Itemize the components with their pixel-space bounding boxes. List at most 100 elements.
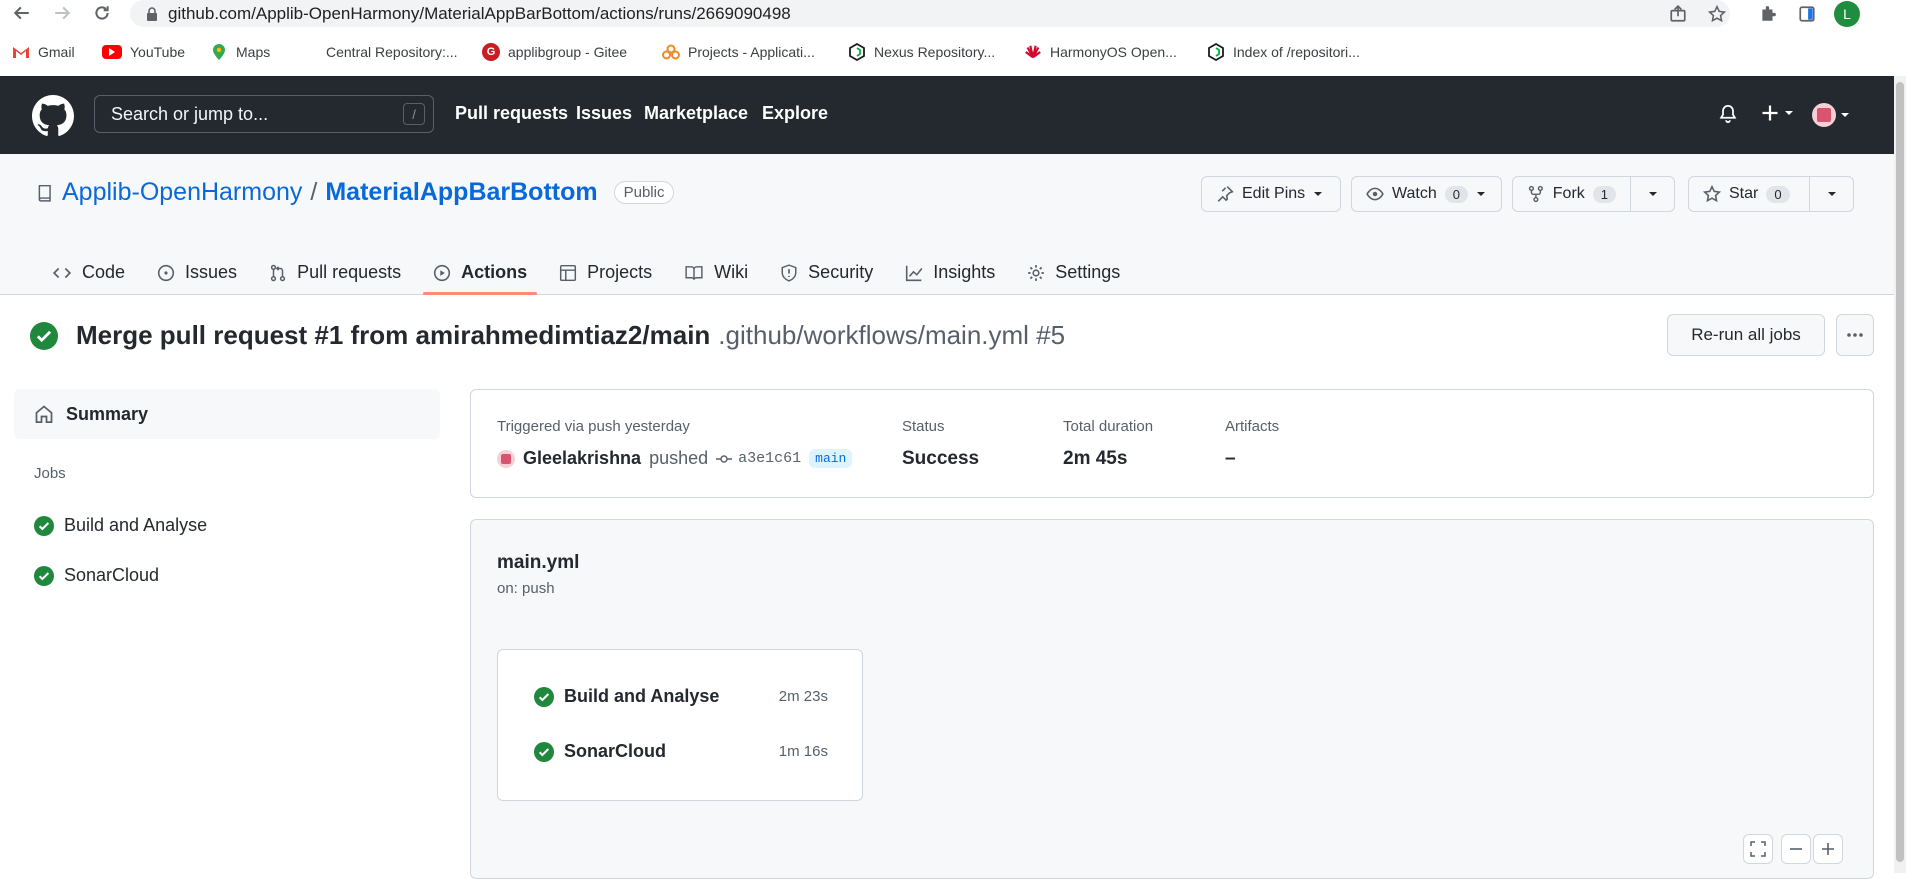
- star-dropdown-button[interactable]: [1810, 177, 1853, 211]
- workflow-reference[interactable]: .github/workflows/main.yml #5: [718, 320, 1065, 351]
- github-logo[interactable]: [32, 95, 74, 137]
- bookmark-nexus[interactable]: Nexus Repository...: [848, 36, 995, 68]
- arrow-right-icon: [55, 6, 71, 20]
- repo-header: Applib-OpenHarmony / MaterialAppBarBotto…: [0, 154, 1894, 295]
- gear-icon: [1028, 264, 1045, 281]
- repo-tabs: Code Issues Pull requests Actions Projec…: [42, 250, 1142, 295]
- branch-badge[interactable]: main: [809, 449, 853, 468]
- create-new-button[interactable]: [1760, 103, 1794, 123]
- nexus-icon: [848, 43, 866, 61]
- notifications-button[interactable]: [1718, 103, 1738, 125]
- bookmark-youtube[interactable]: YouTube: [102, 36, 185, 68]
- reload-button[interactable]: [90, 1, 114, 25]
- repo-owner-link[interactable]: Applib-OpenHarmony: [62, 178, 302, 207]
- tab-settings[interactable]: Settings: [1017, 250, 1130, 295]
- tab-pull-requests[interactable]: Pull requests: [259, 250, 411, 295]
- repo-title: Applib-OpenHarmony / MaterialAppBarBotto…: [36, 178, 675, 207]
- artifacts-value: –: [1225, 448, 1236, 469]
- commit-sha-link[interactable]: a3e1c61: [716, 450, 801, 467]
- nav-explore[interactable]: Explore: [762, 103, 828, 124]
- sidebar-job-build-and-analyse[interactable]: Build and Analyse: [34, 515, 207, 536]
- rerun-all-jobs-button[interactable]: Re-run all jobs: [1667, 314, 1825, 356]
- repo-icon: [38, 184, 51, 202]
- zoom-out-button[interactable]: [1781, 834, 1811, 864]
- tab-actions[interactable]: Actions: [423, 250, 538, 295]
- url-text: github.com/Applib-OpenHarmony/MaterialAp…: [168, 3, 791, 23]
- lock-icon: [147, 6, 157, 21]
- forward-button[interactable]: [50, 1, 74, 25]
- back-button[interactable]: [10, 1, 34, 25]
- edit-pins-button[interactable]: Edit Pins: [1201, 176, 1341, 212]
- tab-issues[interactable]: Issues: [147, 250, 247, 295]
- sidebar-summary[interactable]: Summary: [14, 389, 440, 439]
- bookmark-gitee[interactable]: G applibgroup - Gitee: [482, 36, 627, 68]
- share-button[interactable]: [1665, 1, 1691, 27]
- central-repo-icon: [300, 43, 318, 61]
- success-check-icon: [34, 515, 54, 536]
- nav-pull-requests[interactable]: Pull requests: [455, 103, 568, 124]
- success-check-icon: [30, 321, 58, 350]
- plus-icon: [1822, 843, 1834, 855]
- nexus-icon: [1207, 43, 1225, 61]
- graph-icon: [906, 265, 923, 281]
- caret-down-icon: [1314, 192, 1323, 196]
- bookmarks-bar: Gmail YouTube Maps Central Repository:..…: [0, 36, 1906, 68]
- nav-issues[interactable]: Issues: [576, 103, 632, 124]
- address-bar[interactable]: github.com/Applib-OpenHarmony/MaterialAp…: [130, 0, 1730, 27]
- repo-separator: /: [310, 178, 318, 206]
- graph-job-build-and-analyse[interactable]: Build and Analyse 2m 23s: [534, 686, 828, 707]
- scrollbar-thumb[interactable]: [1896, 82, 1904, 862]
- fork-dropdown-button[interactable]: [1631, 177, 1674, 211]
- caret-down-icon: [1476, 192, 1485, 196]
- global-search-input[interactable]: Search or jump to... /: [94, 95, 434, 133]
- tab-security[interactable]: Security: [770, 250, 883, 295]
- fork-button[interactable]: Fork 1: [1513, 177, 1630, 211]
- fullscreen-icon: [1750, 841, 1766, 857]
- bookmark-index-repositories[interactable]: Index of /repositori...: [1207, 36, 1360, 68]
- book-icon: [685, 265, 703, 280]
- bookmark-maps[interactable]: Maps: [210, 36, 270, 68]
- zoom-in-button[interactable]: [1813, 834, 1843, 864]
- user-menu-button[interactable]: [1812, 103, 1850, 127]
- nav-marketplace[interactable]: Marketplace: [644, 103, 748, 124]
- projects-cloud-icon: [662, 43, 680, 61]
- side-panel-button[interactable]: [1794, 1, 1820, 27]
- star-button[interactable]: Star 0: [1689, 177, 1809, 211]
- tab-insights[interactable]: Insights: [895, 250, 1005, 295]
- shield-icon: [781, 263, 797, 282]
- tab-code[interactable]: Code: [42, 250, 135, 295]
- tab-projects[interactable]: Projects: [549, 250, 662, 295]
- huawei-icon: [1024, 43, 1042, 61]
- watch-button[interactable]: Watch 0: [1351, 176, 1502, 212]
- bookmark-projects[interactable]: Projects - Applicati...: [662, 36, 815, 68]
- bookmark-star-button[interactable]: [1704, 1, 1730, 27]
- gitee-icon: G: [482, 43, 500, 61]
- avatar: [1812, 103, 1836, 127]
- home-icon: [35, 405, 53, 423]
- pull-request-icon: [270, 264, 286, 281]
- extensions-button[interactable]: [1755, 1, 1781, 27]
- tab-wiki[interactable]: Wiki: [674, 250, 758, 295]
- page-scrollbar[interactable]: [1894, 76, 1906, 873]
- bookmark-harmonyos[interactable]: HarmonyOS Open...: [1024, 36, 1177, 68]
- side-panel-icon: [1799, 6, 1815, 22]
- bookmark-central-repository[interactable]: Central Repository:...: [300, 36, 458, 68]
- visibility-badge: Public: [613, 181, 675, 204]
- share-icon: [1670, 5, 1686, 22]
- fullscreen-button[interactable]: [1743, 834, 1773, 864]
- puzzle-icon: [1762, 6, 1776, 21]
- star-button-group: Star 0: [1688, 176, 1854, 212]
- job-duration: 2m 23s: [778, 688, 828, 705]
- more-options-button[interactable]: [1836, 314, 1874, 356]
- bookmark-gmail[interactable]: Gmail: [12, 36, 75, 68]
- repo-name-link[interactable]: MaterialAppBarBottom: [325, 178, 597, 207]
- sidebar-job-sonarcloud[interactable]: SonarCloud: [34, 565, 159, 586]
- profile-avatar[interactable]: L: [1834, 1, 1860, 27]
- actor-link[interactable]: Gleelakrishna: [523, 448, 641, 469]
- star-outline-icon: [1703, 185, 1721, 203]
- browser-toolbar: github.com/Applib-OpenHarmony/MaterialAp…: [0, 0, 1906, 28]
- graph-job-sonarcloud[interactable]: SonarCloud 1m 16s: [534, 741, 828, 762]
- play-icon: [434, 264, 451, 281]
- code-icon: [52, 267, 72, 278]
- minus-icon: [1790, 848, 1802, 850]
